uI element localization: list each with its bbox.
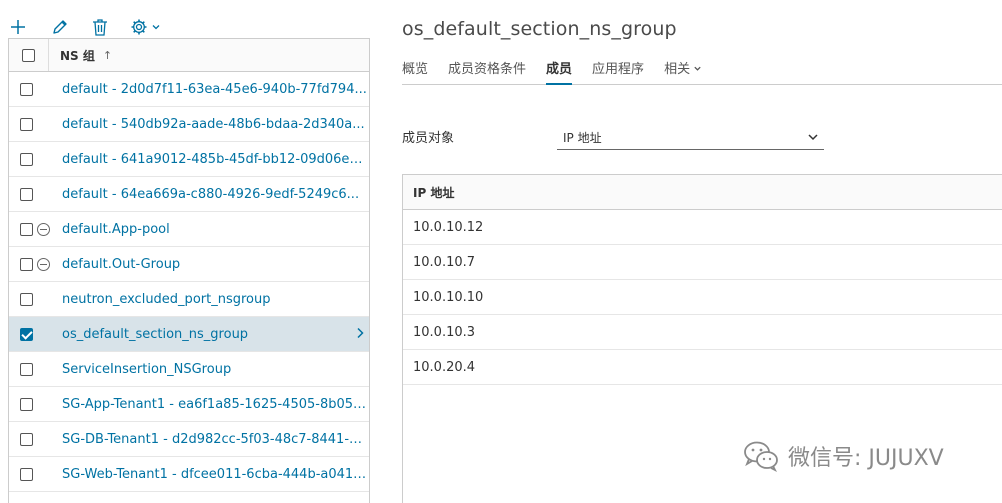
minus-circle-icon [37, 222, 50, 236]
list-item[interactable]: os_default_section_ns_group [9, 317, 369, 352]
row-checkbox-cell [20, 257, 37, 271]
row-checkbox[interactable] [20, 257, 33, 271]
list-item-label[interactable]: SG-DB-Tenant1 - d2d982cc-5f03-48c7-8441-… [62, 432, 367, 447]
table-row: 10.0.20.4 [403, 350, 1002, 385]
column-header-label: NS 组 [60, 48, 95, 63]
tab-2[interactable]: 成员 [546, 55, 573, 85]
list-item-label[interactable]: default.Out-Group [62, 257, 180, 272]
list-item-label[interactable]: default - 64ea669a-c880-4926-9edf-5249c6… [62, 187, 359, 202]
row-checkbox[interactable] [20, 327, 33, 341]
row-checkbox-cell [20, 362, 37, 376]
grid-rows: 10.0.10.12 10.0.10.7 10.0.10.10 10.0.10.3 10… [403, 210, 1002, 385]
list-item[interactable]: default - 2d0d7f11-63ea-45e6-940b-77fd79… [9, 72, 369, 107]
list-toolbar [8, 14, 166, 40]
list-item-label[interactable]: ServiceInsertion_NSGroup [62, 362, 231, 377]
row-checkbox[interactable] [20, 397, 33, 411]
list-item[interactable]: default - 540db92a-aade-48b6-bdaa-2d340a… [9, 107, 369, 142]
tab-label: 概览 [402, 62, 429, 77]
list-item-label[interactable]: default - 2d0d7f11-63ea-45e6-940b-77fd79… [62, 82, 367, 97]
tab-label: 应用程序 [592, 62, 645, 77]
list-item-label[interactable]: default - 641a9012-485b-45df-bb12-09d06e… [62, 152, 367, 167]
row-checkbox[interactable] [20, 222, 33, 236]
select-all-checkbox[interactable] [22, 48, 35, 62]
gear-icon [131, 19, 147, 35]
list-item[interactable]: neutron_excluded_port_nsgroup [9, 282, 369, 317]
row-checkbox[interactable] [20, 467, 33, 481]
column-header-ns-group[interactable]: NS 组 ↑ [49, 47, 112, 64]
sort-ascending-icon[interactable]: ↑ [103, 49, 112, 62]
row-checkbox[interactable] [20, 362, 33, 376]
chevron-down-icon [693, 65, 702, 76]
row-checkbox-cell [20, 222, 37, 236]
watermark-text: 微信号: JUJUXV [788, 446, 944, 471]
row-checkbox-cell [20, 467, 37, 481]
list-item[interactable]: default - 641a9012-485b-45df-bb12-09d06e… [9, 142, 369, 177]
list-item[interactable]: ServiceInsertion_NSGroup [9, 352, 369, 387]
row-checkbox-cell [20, 82, 37, 96]
status-wrapper [37, 257, 53, 271]
delete-button[interactable] [90, 15, 110, 39]
table-row: 10.0.10.12 [403, 210, 1002, 245]
list-item-label[interactable]: os_default_section_ns_group [62, 327, 248, 342]
row-checkbox[interactable] [20, 117, 33, 131]
list-item-label[interactable]: default - 540db92a-aade-48b6-bdaa-2d340a… [62, 117, 365, 132]
row-checkbox[interactable] [20, 187, 33, 201]
chevron-down-icon [152, 25, 160, 30]
tab-3[interactable]: 应用程序 [592, 55, 644, 85]
row-checkbox-cell [20, 187, 37, 201]
tab-label: 相关 [664, 62, 691, 77]
pencil-icon [53, 20, 67, 34]
chevron-down-icon [808, 134, 818, 141]
row-checkbox-cell [20, 152, 37, 166]
list-item[interactable]: SG-Web-Tenant1 - dfcee011-6cba-444b-a041… [9, 457, 369, 492]
list-item-label[interactable]: neutron_excluded_port_nsgroup [62, 292, 270, 307]
list-item-label[interactable]: SG-Web-Tenant1 - dfcee011-6cba-444b-a041… [62, 467, 367, 482]
row-checkbox[interactable] [20, 152, 33, 166]
member-object-select[interactable]: IP 地址 [557, 125, 824, 150]
list-item[interactable]: SG-DB-Tenant1 - d2d982cc-5f03-48c7-8441-… [9, 422, 369, 457]
ns-group-list: NS 组 ↑ default - 2d0d7f11-63ea-45e6-940b… [8, 38, 370, 503]
wechat-watermark: 微信号: JUJUXV [742, 440, 944, 472]
plus-icon [11, 20, 25, 34]
table-row: 10.0.10.3 [403, 315, 1002, 350]
table-row: 10.0.10.10 [403, 280, 1002, 315]
list-header: NS 组 ↑ [9, 39, 369, 72]
tab-1[interactable]: 成员资格条件 [448, 55, 526, 85]
row-checkbox[interactable] [20, 292, 33, 306]
row-checkbox-cell [20, 292, 37, 306]
tab-label: 成员 [546, 62, 573, 77]
list-item-label[interactable]: SG-App-Tenant1 - ea6f1a85-1625-4505-8b05… [62, 397, 367, 412]
list-rows: default - 2d0d7f11-63ea-45e6-940b-77fd79… [9, 72, 369, 492]
edit-button[interactable] [50, 15, 70, 39]
list-item[interactable]: default.Out-Group [9, 247, 369, 282]
row-checkbox[interactable] [20, 82, 33, 96]
add-button[interactable] [8, 15, 28, 39]
status-wrapper [37, 222, 53, 236]
row-checkbox-cell [20, 397, 37, 411]
minus-circle-icon [37, 257, 50, 271]
list-item[interactable]: default.App-pool [9, 212, 369, 247]
tab-4[interactable]: 相关 [664, 55, 702, 85]
member-object-label: 成员对象 [402, 131, 455, 146]
row-checkbox-cell [20, 117, 37, 131]
trash-icon [93, 19, 107, 36]
row-checkbox-cell [20, 432, 37, 446]
settings-button[interactable] [130, 15, 166, 39]
tab-label: 成员资格条件 [448, 62, 527, 77]
list-item[interactable]: default - 64ea669a-c880-4926-9edf-5249c6… [9, 177, 369, 212]
wechat-logo-icon [744, 441, 778, 472]
list-item[interactable]: SG-App-Tenant1 - ea6f1a85-1625-4505-8b05… [9, 387, 369, 422]
grid-column-header: IP 地址 [403, 175, 1002, 210]
detail-tabs: 概览 成员资格条件 成员 应用程序 相关 [402, 55, 1002, 85]
select-all-cell [9, 39, 49, 71]
member-object-value: IP 地址 [563, 130, 602, 145]
tab-0[interactable]: 概览 [402, 55, 428, 85]
list-item-label[interactable]: default.App-pool [62, 222, 170, 237]
row-checkbox-cell [20, 327, 37, 341]
row-checkbox[interactable] [20, 432, 33, 446]
table-row: 10.0.10.7 [403, 245, 1002, 280]
chevron-right-icon[interactable] [355, 327, 365, 343]
page-title: os_default_section_ns_group [402, 18, 677, 40]
